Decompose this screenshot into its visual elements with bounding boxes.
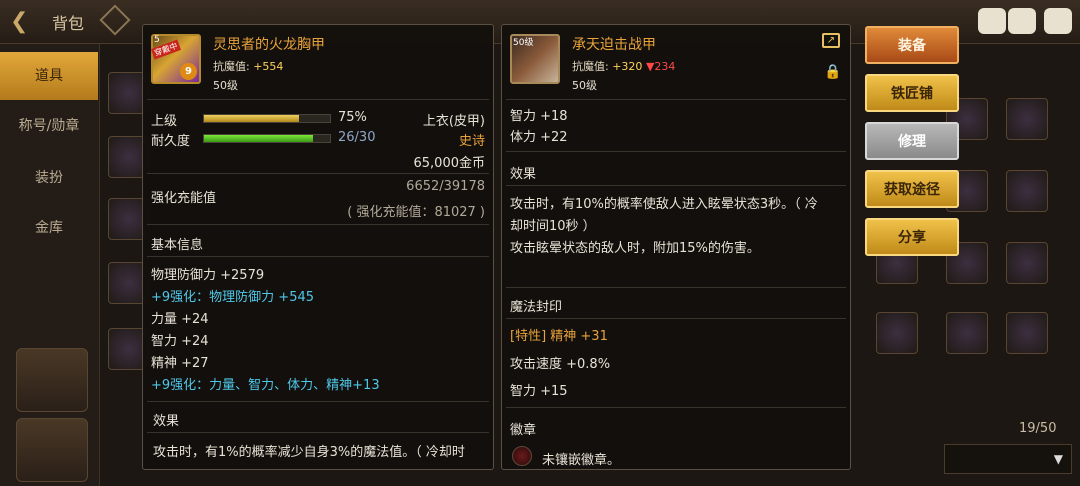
inventory-slot[interactable] (946, 312, 988, 354)
divider (147, 256, 489, 257)
divider (147, 173, 489, 174)
upgrade-percent: 75% (338, 110, 367, 125)
bag-capacity: 19/50 (1019, 421, 1057, 436)
charge-value: 6652/39178 (406, 179, 485, 194)
rarity-label: 史诗 (458, 134, 485, 149)
currency-bag-icon[interactable] (978, 8, 1006, 34)
nav-item-vault[interactable]: 金库 (0, 204, 98, 252)
icon-level: 5 (154, 35, 160, 45)
effect-text: 攻击时，有1%的概率减少自身3%的魔法值。（ 冷却时 (153, 445, 465, 460)
inventory-slot[interactable] (1006, 312, 1048, 354)
enhance-level-badge: 9 (180, 63, 197, 80)
auto-equip-button[interactable] (868, 418, 932, 472)
divider (506, 185, 846, 186)
emblem-header: 徽章 (510, 423, 537, 438)
durability-label: 耐久度 (151, 134, 191, 149)
diamond-icon (99, 4, 131, 36)
upgrade-label: 上级 (151, 114, 178, 129)
charge-total: ( 强化充能值：81027 ) (347, 205, 485, 220)
seal-line: [特性] 精神 +31 (510, 329, 608, 344)
stat-line: 体力 +22 (510, 130, 568, 145)
item-icon: 50级 (510, 34, 560, 84)
lock-icon[interactable]: 🔒 (824, 64, 841, 82)
stat-line: 力量 +24 (151, 312, 209, 327)
item-name: 承天迫击战甲 (572, 37, 656, 53)
disassemble-button[interactable] (16, 348, 88, 412)
item-icon: 5 穿戴中 9 (150, 34, 201, 84)
magic-seal-header: 魔法封印 (510, 300, 563, 315)
stat-line-enhance: +9强化：物理防御力 +545 (151, 290, 315, 305)
effect-text: 攻击眩晕状态的敌人时，附加15%的伤害。 (510, 241, 760, 256)
stat-line-enhance: +9强化：力量、智力、体力、精神+13 (151, 378, 380, 393)
durability-value: 26/30 (338, 130, 376, 145)
nav-item-items[interactable]: 道具 (0, 52, 98, 100)
effect-text: 却时间10秒 ） (510, 219, 596, 234)
category-sidebar: 道具 称号/勋章 装扮 金库 (0, 44, 100, 486)
emblem-slot-icon (512, 446, 532, 466)
inventory-slot[interactable] (1006, 170, 1048, 212)
mail-icon[interactable] (1008, 8, 1036, 34)
emblem-text: 未镶嵌徽章。 (542, 453, 621, 468)
magic-resist: 抗魔值: +320 ▼234 (572, 60, 676, 73)
divider (147, 224, 489, 225)
effect-header: 效果 (510, 167, 537, 182)
page-title: 背包 (52, 14, 85, 33)
icon-level: 50级 (513, 38, 534, 48)
divider (506, 151, 846, 152)
share-button[interactable]: 分享 (865, 218, 959, 256)
seal-line: 攻击速度 +0.8% (510, 357, 611, 372)
slot-type: 上衣(皮甲) (422, 114, 485, 129)
nav-item-titles[interactable]: 称号/勋章 (0, 102, 98, 150)
stat-line: 智力 +24 (151, 334, 209, 349)
magic-resist: 抗魔值: +554 (213, 60, 284, 73)
divider (147, 99, 489, 100)
divider (506, 99, 846, 100)
compare-item-tooltip: 50级 承天迫击战甲 抗魔值: +320 ▼234 50级 智力 +18 体力 … (501, 24, 851, 470)
seal-line: 智力 +15 (510, 384, 568, 399)
nav-item-avatar[interactable]: 装扮 (0, 154, 98, 202)
inventory-slot[interactable] (876, 312, 918, 354)
share-icon[interactable]: ↗ (822, 33, 840, 48)
divider (506, 407, 846, 408)
inventory-slot[interactable] (1006, 98, 1048, 140)
effect-text: 攻击时，有10%的概率使敌人进入眩晕状态3秒。（ 冷 (510, 197, 818, 212)
blacksmith-button[interactable]: 铁匠铺 (865, 74, 959, 112)
upgrade-progress (203, 114, 331, 123)
effect-header: 效果 (153, 414, 180, 429)
stat-line: 智力 +18 (510, 109, 568, 124)
durability-bar-fill (204, 135, 314, 142)
stat-line: 物理防御力 +2579 (151, 268, 265, 283)
stat-line: 精神 +27 (151, 356, 209, 371)
inventory-slot[interactable] (1006, 242, 1048, 284)
divider (506, 287, 846, 288)
upgrade-progress-fill (204, 115, 299, 122)
equipped-item-tooltip: 5 穿戴中 9 灵思者的火龙胸甲 抗魔值: +554 50级 上级 75% 上衣… (142, 24, 494, 470)
equip-button[interactable]: 装备 (865, 26, 959, 64)
divider (147, 401, 489, 402)
divider (506, 318, 846, 319)
charge-label: 强化充能值 (151, 191, 217, 206)
back-arrow-icon[interactable]: ❮ (10, 8, 44, 36)
item-level: 50级 (213, 79, 238, 92)
shop-button[interactable] (16, 418, 88, 482)
item-name: 灵思者的火龙胸甲 (213, 37, 325, 53)
divider (147, 432, 489, 433)
item-level: 50级 (572, 79, 597, 92)
basic-info-header: 基本信息 (151, 238, 204, 253)
repair-button[interactable]: 修理 (865, 122, 959, 160)
sort-select[interactable]: ▼ (944, 444, 1072, 474)
obtain-source-button[interactable]: 获取途径 (865, 170, 959, 208)
sell-price: 65,000金币 (413, 156, 486, 171)
durability-bar (203, 134, 331, 143)
chevron-down-icon: ▼ (1053, 452, 1063, 466)
chat-icon[interactable] (1044, 8, 1072, 34)
